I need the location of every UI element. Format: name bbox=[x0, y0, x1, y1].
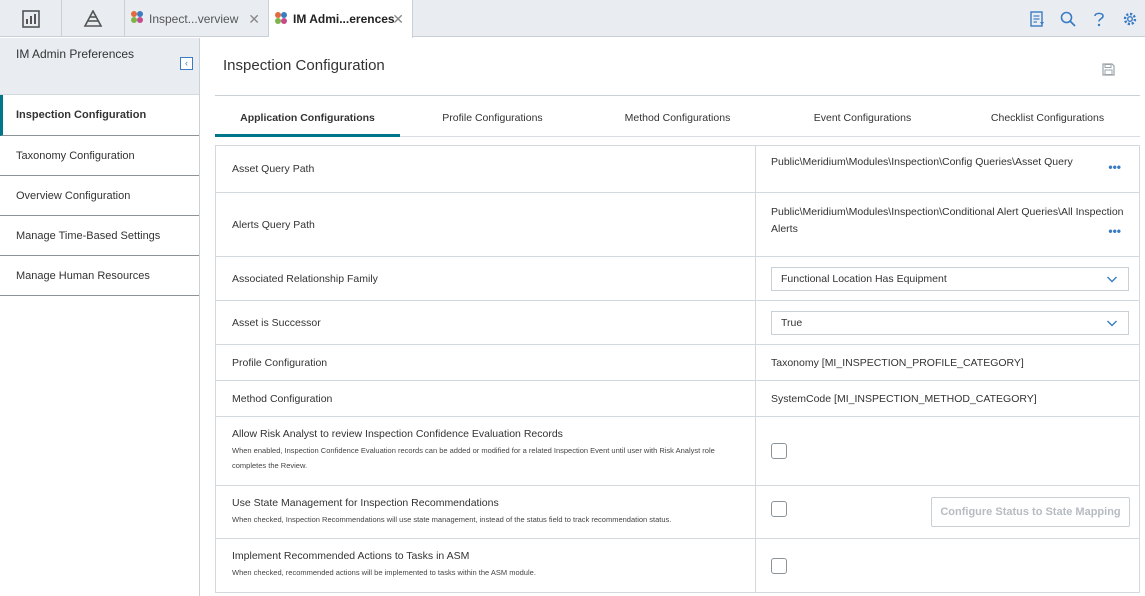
table-row: Alerts Query Path Public\Meridium\Module… bbox=[216, 193, 1139, 257]
sidebar-header: IM Admin Preferences ‹ bbox=[0, 38, 199, 95]
row-value-cell: Public\Meridium\Modules\Inspection\Confi… bbox=[756, 146, 1139, 192]
asset-hierarchy-icon bbox=[83, 9, 103, 27]
sidebar-item-label: Manage Human Resources bbox=[16, 269, 150, 282]
dashboard-icon bbox=[21, 9, 40, 28]
help-button[interactable] bbox=[1083, 0, 1114, 37]
save-icon bbox=[1102, 63, 1115, 76]
table-row: Associated Relationship Family Functiona… bbox=[216, 257, 1139, 301]
row-label: Method Configuration bbox=[216, 381, 756, 416]
asset-query-path-value: Public\Meridium\Modules\Inspection\Confi… bbox=[771, 156, 1073, 168]
row-value-cell bbox=[756, 417, 1139, 485]
tab-method-configurations[interactable]: Method Configurations bbox=[585, 99, 770, 136]
module-icon bbox=[129, 9, 145, 28]
save-button[interactable] bbox=[1102, 63, 1115, 81]
task-list-button[interactable] bbox=[1021, 0, 1052, 37]
sidebar-item-taxonomy-configuration[interactable]: Taxonomy Configuration bbox=[0, 136, 199, 176]
row-description-line1: When enabled, Inspection Confidence Eval… bbox=[232, 446, 715, 455]
row-value-cell: Configure Status to State Mapping bbox=[756, 486, 1139, 538]
table-row: Use State Management for Inspection Reco… bbox=[216, 486, 1139, 539]
configure-status-to-state-mapping-button[interactable]: Configure Status to State Mapping bbox=[931, 497, 1130, 527]
gear-icon bbox=[1123, 12, 1136, 25]
tab-label: Inspect...verview bbox=[149, 11, 239, 26]
sidebar-item-label: Overview Configuration bbox=[16, 189, 131, 202]
asset-is-successor-select[interactable]: True bbox=[771, 310, 1129, 335]
config-tabs: Application Configurations Profile Confi… bbox=[215, 99, 1140, 137]
row-value-cell: Functional Location Has Equipment bbox=[756, 257, 1139, 300]
table-row: Profile Configuration Taxonomy [MI_INSPE… bbox=[216, 345, 1139, 381]
row-label-cell: Use State Management for Inspection Reco… bbox=[216, 486, 756, 538]
profile-configuration-value: Taxonomy [MI_INSPECTION_PROFILE_CATEGORY… bbox=[771, 356, 1024, 369]
sidebar-item-label: Manage Time-Based Settings bbox=[16, 229, 161, 242]
task-list-icon bbox=[1029, 10, 1044, 27]
row-label: Asset is Successor bbox=[216, 301, 756, 344]
row-description-line2: completes the Review. bbox=[232, 461, 308, 470]
state-management-checkbox[interactable] bbox=[771, 501, 787, 517]
help-icon bbox=[1093, 12, 1104, 26]
method-configuration-value: SystemCode [MI_INSPECTION_METHOD_CATEGOR… bbox=[771, 392, 1037, 405]
table-row: Implement Recommended Actions to Tasks i… bbox=[216, 539, 1139, 593]
collapse-sidebar-icon[interactable]: ‹ bbox=[180, 57, 193, 70]
tab-event-configurations[interactable]: Event Configurations bbox=[770, 99, 955, 136]
row-label: Use State Management for Inspection Reco… bbox=[232, 497, 499, 509]
alerts-query-browse-button[interactable]: ••• bbox=[1108, 223, 1121, 240]
sidebar-item-manage-time-based-settings[interactable]: Manage Time-Based Settings bbox=[0, 216, 199, 256]
row-label-cell: Implement Recommended Actions to Tasks i… bbox=[216, 539, 756, 592]
tab-inspection-overview[interactable]: Inspect...verview ✕ bbox=[125, 0, 269, 37]
row-label: Asset Query Path bbox=[216, 146, 756, 192]
risk-analyst-review-checkbox[interactable] bbox=[771, 443, 787, 459]
sidebar-title: IM Admin Preferences bbox=[16, 47, 135, 61]
row-description: When checked, Inspection Recommendations… bbox=[232, 515, 672, 524]
row-label-cell: Allow Risk Analyst to review Inspection … bbox=[216, 417, 756, 485]
row-label: Profile Configuration bbox=[216, 345, 756, 380]
asset-query-browse-button[interactable]: ••• bbox=[1108, 160, 1121, 174]
sidebar: IM Admin Preferences ‹ Inspection Config… bbox=[0, 38, 200, 596]
close-icon[interactable]: ✕ bbox=[248, 11, 260, 28]
alerts-query-path-value-line2: Alerts bbox=[771, 223, 798, 235]
row-description: When checked, recommended actions will b… bbox=[232, 568, 536, 577]
alerts-query-path-value-line1: Public\Meridium\Modules\Inspection\Condi… bbox=[771, 206, 1124, 218]
sidebar-item-manage-human-resources[interactable]: Manage Human Resources bbox=[0, 256, 199, 296]
row-label: Associated Relationship Family bbox=[216, 257, 756, 300]
dashboard-button[interactable] bbox=[0, 0, 62, 37]
table-row: Method Configuration SystemCode [MI_INSP… bbox=[216, 381, 1139, 417]
sidebar-item-inspection-configuration[interactable]: Inspection Configuration bbox=[0, 95, 199, 136]
table-row: Allow Risk Analyst to review Inspection … bbox=[216, 417, 1139, 486]
sidebar-item-overview-configuration[interactable]: Overview Configuration bbox=[0, 176, 199, 216]
tab-label: IM Admi...erences bbox=[293, 12, 395, 26]
row-label: Alerts Query Path bbox=[216, 193, 756, 256]
settings-button[interactable] bbox=[1114, 0, 1145, 37]
asm-recommended-actions-checkbox[interactable] bbox=[771, 557, 787, 574]
tab-application-configurations[interactable]: Application Configurations bbox=[215, 99, 400, 137]
page-title: Inspection Configuration bbox=[223, 57, 385, 74]
table-row: Asset Query Path Public\Meridium\Modules… bbox=[216, 146, 1139, 193]
relationship-family-select[interactable]: Functional Location Has Equipment bbox=[771, 266, 1129, 291]
table-row: Asset is Successor True bbox=[216, 301, 1139, 345]
top-bar: Inspect...verview ✕ IM Admi...erences ✕ bbox=[0, 0, 1145, 38]
top-right-toolbar bbox=[1021, 0, 1145, 37]
row-value-cell: True bbox=[756, 301, 1139, 344]
select-value: True bbox=[781, 316, 803, 329]
chevron-down-icon bbox=[1107, 276, 1117, 282]
tab-profile-configurations[interactable]: Profile Configurations bbox=[400, 99, 585, 136]
sidebar-item-label: Inspection Configuration bbox=[16, 109, 147, 121]
select-value: Functional Location Has Equipment bbox=[781, 272, 947, 285]
row-label: Implement Recommended Actions to Tasks i… bbox=[232, 550, 470, 562]
chevron-down-icon bbox=[1107, 320, 1117, 326]
sidebar-item-label: Taxonomy Configuration bbox=[16, 149, 135, 162]
tab-im-admin-preferences[interactable]: IM Admi...erences ✕ bbox=[269, 0, 413, 38]
search-icon bbox=[1060, 11, 1076, 27]
divider bbox=[215, 95, 1140, 96]
asset-hierarchy-button[interactable] bbox=[62, 0, 125, 37]
row-description: When enabled, Inspection Confidence Eval… bbox=[232, 443, 755, 473]
close-icon[interactable]: ✕ bbox=[392, 11, 404, 28]
row-value-cell bbox=[756, 539, 1139, 592]
row-label: Allow Risk Analyst to review Inspection … bbox=[232, 428, 563, 440]
search-button[interactable] bbox=[1052, 0, 1083, 37]
module-icon bbox=[273, 10, 289, 29]
tab-checklist-configurations[interactable]: Checklist Configurations bbox=[955, 99, 1140, 136]
configuration-grid: Asset Query Path Public\Meridium\Modules… bbox=[215, 145, 1140, 593]
row-value-cell: Public\Meridium\Modules\Inspection\Condi… bbox=[756, 193, 1139, 256]
